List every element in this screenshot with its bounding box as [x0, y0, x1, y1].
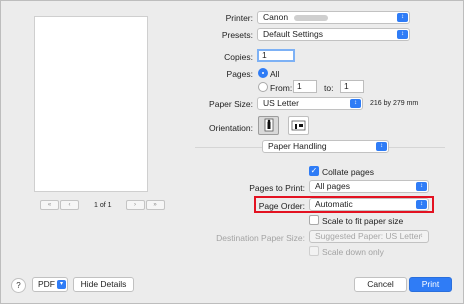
page-preview — [34, 16, 148, 192]
paper-size-value: US Letter — [263, 98, 299, 108]
pages-label: Pages: — [226, 69, 253, 79]
presets-value: Default Settings — [263, 29, 324, 39]
copies-label: Copies: — [224, 52, 253, 62]
popup-arrows-icon: ↕ — [397, 30, 408, 39]
next-page-button[interactable]: › — [125, 200, 145, 210]
portrait-orientation-button[interactable] — [258, 116, 279, 135]
page-navigator: « ‹ 1 of 1 › » — [40, 199, 166, 211]
scale-down-only-checkbox[interactable] — [309, 246, 319, 256]
destination-paper-size-label: Destination Paper Size: — [216, 233, 305, 243]
presets-label: Presets: — [221, 30, 253, 40]
paper-dimensions: 216 by 279 mm — [370, 100, 419, 107]
pages-to-field[interactable]: 1 — [340, 80, 364, 93]
pages-to-print-label: Pages to Print: — [249, 183, 305, 193]
popup-arrows-icon: ↕ — [416, 182, 427, 191]
pages-to-print-popup[interactable]: All pages ↕ — [309, 180, 429, 193]
last-page-button[interactable]: » — [145, 200, 165, 210]
pdf-menu-button[interactable]: PDF ▾ — [32, 277, 68, 292]
popup-arrows-icon: ↕ — [376, 142, 387, 151]
chevron-down-icon: ▾ — [57, 280, 66, 289]
double-chevron-left-icon: « — [47, 202, 52, 208]
previous-page-button[interactable]: ‹ — [60, 200, 79, 210]
chevron-left-icon: ‹ — [68, 202, 71, 208]
printer-label: Printer: — [225, 13, 253, 23]
help-button[interactable]: ? — [11, 278, 26, 293]
landscape-icon — [291, 120, 306, 131]
presets-popup[interactable]: Default Settings ↕ — [257, 28, 410, 41]
pages-range-radio[interactable] — [258, 82, 268, 92]
pages-from-field[interactable]: 1 — [293, 80, 317, 93]
popup-arrows-icon: ↕ — [420, 233, 423, 239]
printer-model-redacted — [294, 14, 329, 21]
destination-paper-size-value: Suggested Paper: US Letter — [315, 231, 422, 241]
destination-paper-size-popup[interactable]: Suggested Paper: US Letter ↕ — [309, 230, 429, 243]
hide-details-button[interactable]: Hide Details — [73, 277, 134, 292]
copies-field[interactable]: 1 — [257, 49, 295, 62]
print-button[interactable]: Print — [409, 277, 452, 292]
scale-to-fit-label: Scale to fit paper size — [322, 216, 404, 226]
landscape-orientation-button[interactable] — [288, 116, 309, 135]
portrait-icon — [264, 118, 274, 132]
page-order-value: Automatic — [315, 199, 353, 209]
first-page-button[interactable]: « — [40, 200, 59, 210]
pages-to-label: to: — [324, 83, 334, 93]
pages-all-radio[interactable] — [258, 68, 268, 78]
scale-down-only-label: Scale down only — [322, 247, 384, 257]
paper-size-popup[interactable]: US Letter ↕ — [257, 97, 363, 110]
page-counter: 1 of 1 — [94, 201, 112, 209]
section-value: Paper Handling — [268, 141, 327, 151]
chevron-right-icon: › — [134, 202, 137, 208]
pages-to-print-value: All pages — [315, 181, 350, 191]
double-chevron-right-icon: » — [153, 202, 157, 208]
section-popup[interactable]: Paper Handling ↕ — [262, 140, 389, 153]
popup-arrows-icon: ↕ — [350, 99, 361, 108]
page-order-label: Page Order: — [258, 201, 305, 211]
question-mark-icon: ? — [16, 281, 21, 290]
printer-name: Canon — [263, 12, 289, 22]
page-order-popup[interactable]: Automatic ↕ — [309, 198, 429, 211]
collate-checkbox[interactable]: ✓ — [309, 166, 319, 176]
paper-size-label: Paper Size: — [209, 99, 253, 109]
scale-to-fit-checkbox[interactable] — [309, 215, 319, 225]
printer-popup[interactable]: Canon ↕ — [257, 11, 410, 24]
popup-arrows-icon: ↕ — [416, 200, 427, 209]
orientation-label: Orientation: — [209, 123, 253, 133]
checkmark-icon: ✓ — [310, 166, 318, 175]
popup-arrows-icon: ↕ — [397, 13, 408, 22]
pages-all-label: All — [270, 69, 280, 79]
pages-from-label: From: — [270, 83, 293, 93]
cancel-button[interactable]: Cancel — [354, 277, 407, 292]
pdf-label: PDF — [38, 279, 55, 289]
collate-label: Collate pages — [322, 167, 374, 177]
